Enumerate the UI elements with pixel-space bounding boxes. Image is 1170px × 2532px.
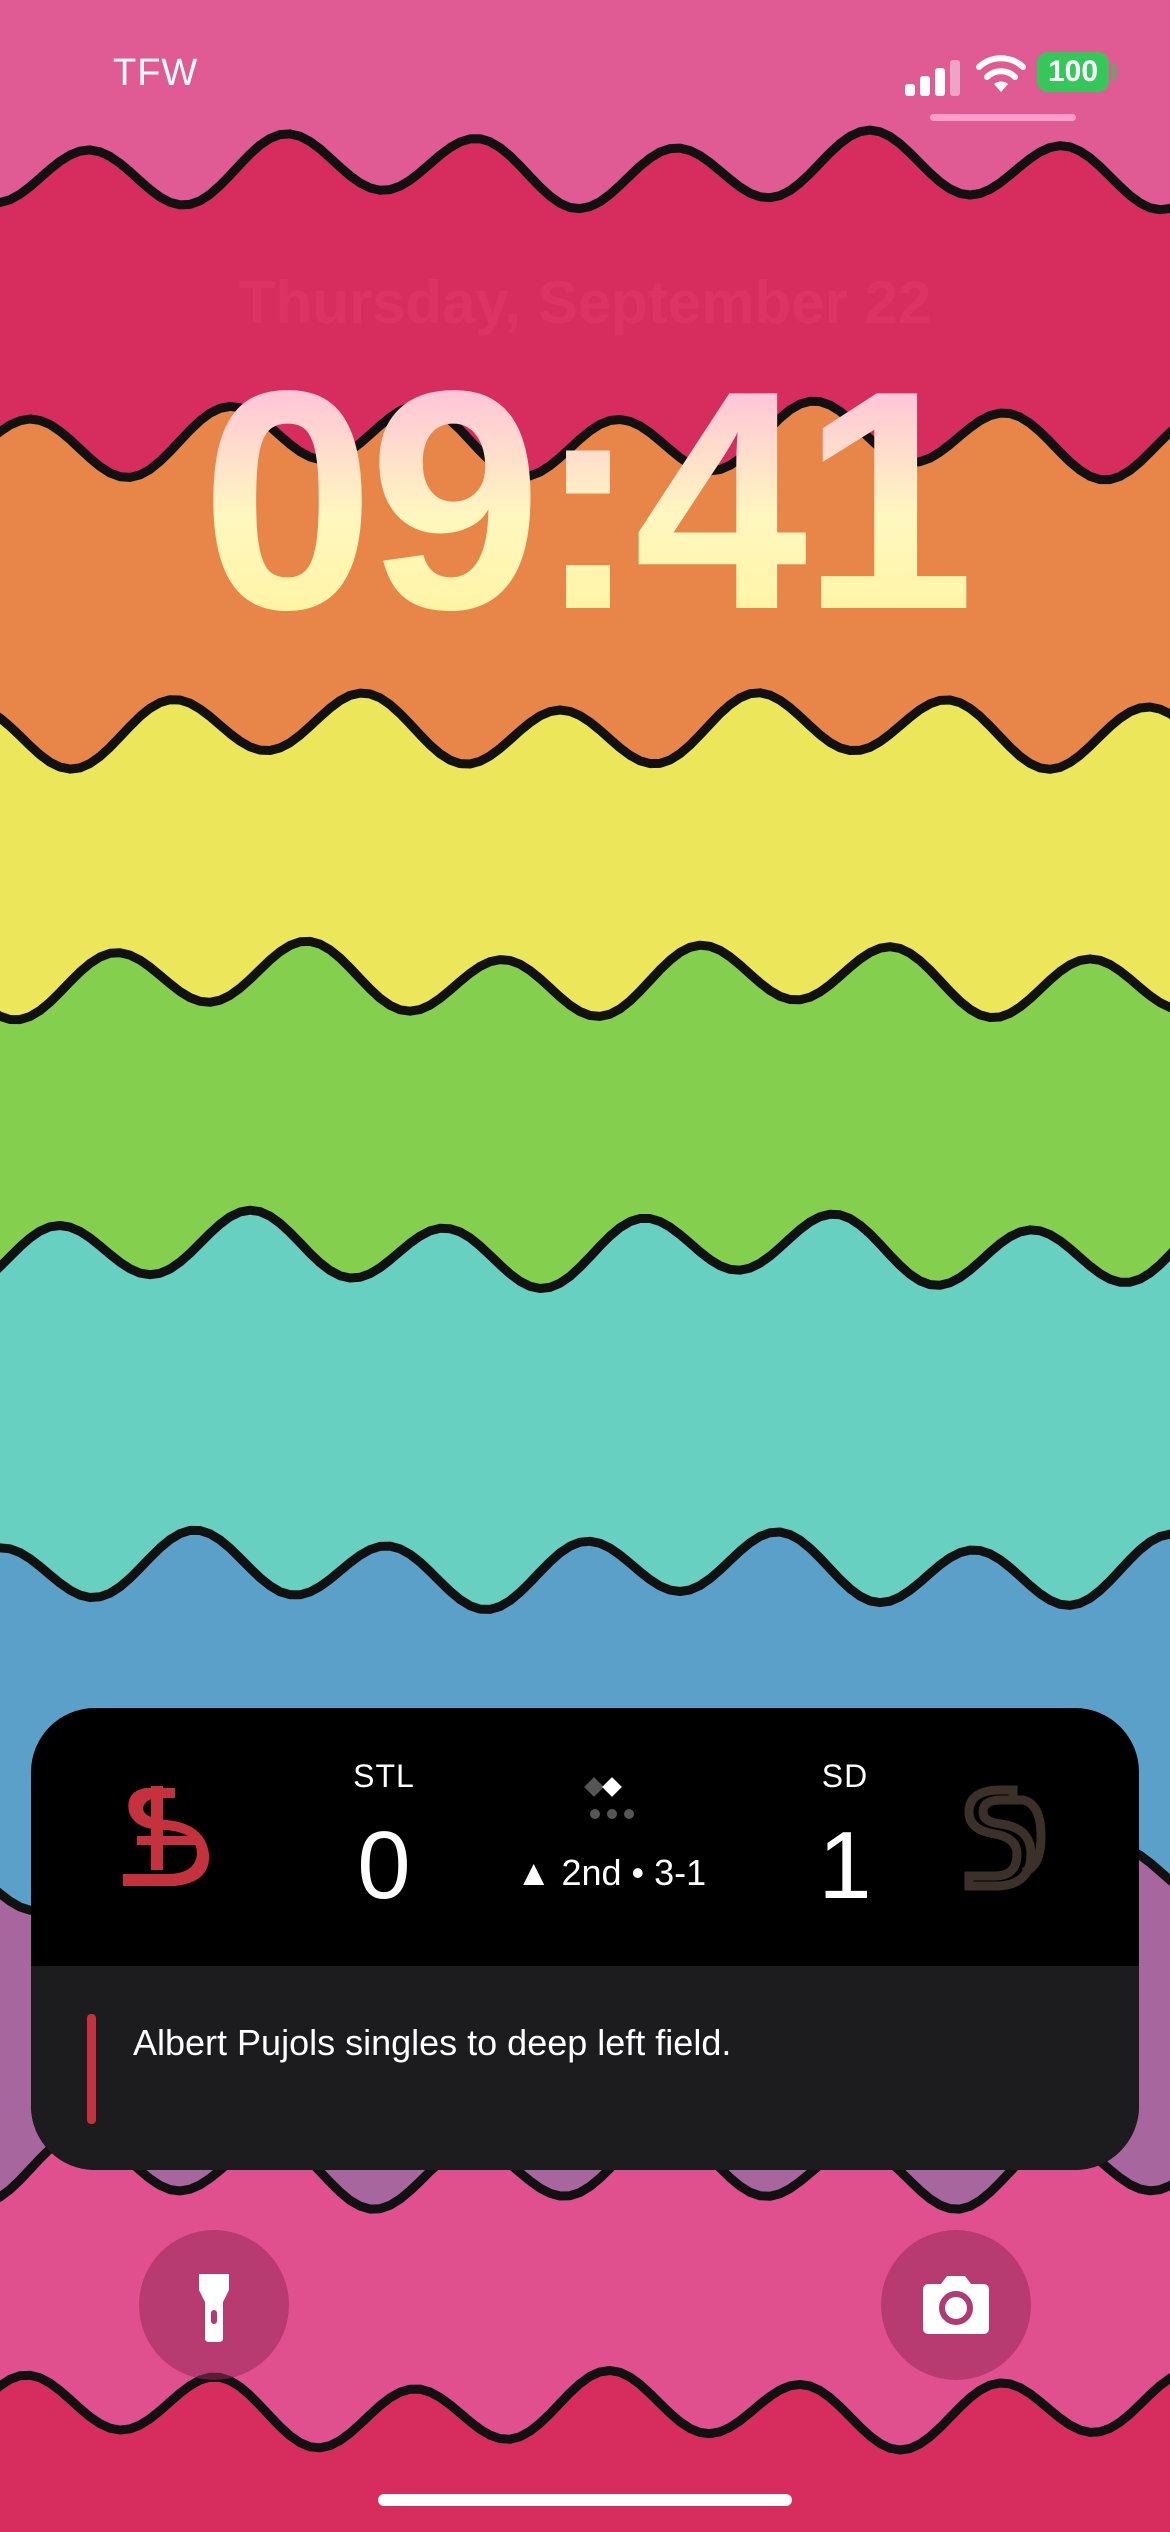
cellular-signal-icon [905,56,961,96]
wifi-icon [976,55,1026,92]
flashlight-button[interactable] [139,2230,289,2380]
bases-diamond-icon [584,1777,634,1819]
camera-button[interactable] [881,2230,1031,2380]
carrier-label: TFW [113,52,199,94]
live-activity-scoreboard[interactable]: STL 0 ▲ 2nd • 3-1 SD 1 Albert Pujols sin… [31,1708,1139,2170]
home-indicator[interactable] [378,2494,792,2506]
wallpaper-band [0,2366,1170,2532]
play-by-play-text: Albert Pujols singles to deep left field… [133,2022,732,2063]
status-bar: TFW 100 [0,0,1170,150]
home-score: 1 [818,1812,872,1919]
team-color-bar [87,2014,96,2124]
flashlight-icon [199,2274,229,2342]
inning-count: ▲ 2nd • 3-1 [515,1852,707,1893]
control-center-indicator[interactable] [930,114,1076,121]
battery-icon: 100 [1037,52,1109,92]
away-score: 0 [357,1812,411,1919]
home-team-abbr: SD [821,1758,869,1794]
camera-icon [923,2276,989,2334]
lock-time: 09:41 [0,345,1170,657]
padres-logo-icon [964,1785,1046,1891]
play-by-play: Albert Pujols singles to deep left field… [31,1966,1139,2170]
away-team-abbr: STL [353,1758,415,1794]
cardinals-logo-icon [123,1786,210,1886]
battery-nub [1112,64,1117,80]
scoreboard-header: STL 0 ▲ 2nd • 3-1 SD 1 [31,1708,1139,1966]
